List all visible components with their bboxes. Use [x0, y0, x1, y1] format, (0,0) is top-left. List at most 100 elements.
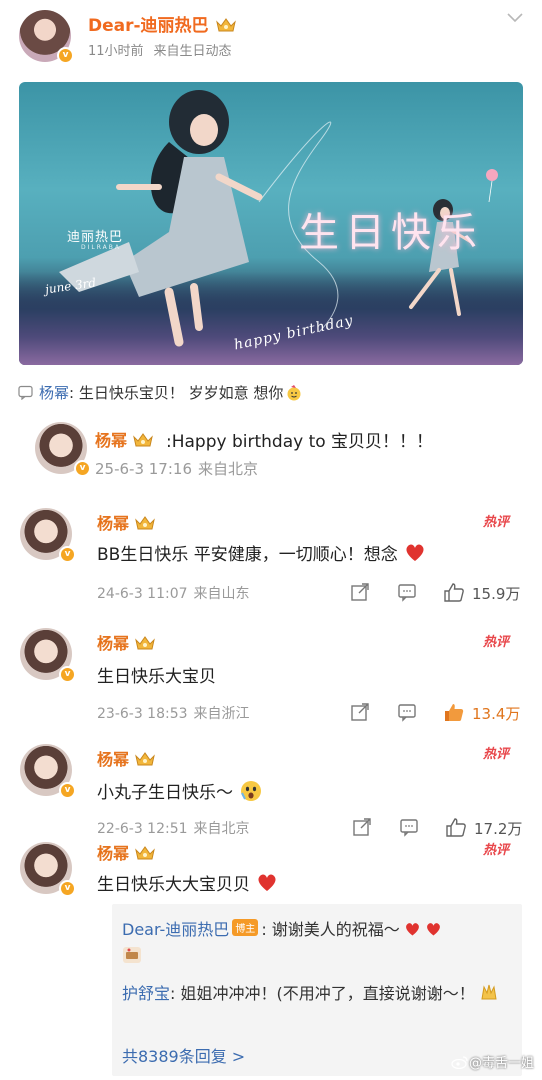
watermark-text: @毒舌一姐 — [468, 1056, 534, 1071]
banner-logo-subtext: DILRABA — [81, 244, 121, 251]
red-heart-emoji-icon — [258, 874, 276, 891]
crown-icon — [135, 516, 155, 530]
weibo-watermark: @毒舌一姐 — [451, 1052, 534, 1071]
verified-badge-icon: v — [59, 880, 76, 897]
post-header: v Dear-迪丽热巴 11小时前 来自生日动态 — [0, 0, 542, 76]
birthday-banner-image[interactable]: 迪丽热巴 DILRABA june 3rd 生日快乐 happy birthda… — [19, 82, 523, 365]
commenter-name-text[interactable]: 杨幂 — [95, 431, 127, 450]
author-avatar[interactable]: v — [19, 10, 74, 64]
commenter-name[interactable]: 杨幂 — [97, 630, 156, 654]
reply-thread-panel[interactable]: Dear-迪丽热巴 博主: 谢谢美人的祝福～ 护舒宝: 姐姐冲冲冲！(不用冲了，直… — [112, 904, 522, 1076]
commenter-name-text[interactable]: 杨幂 — [97, 634, 129, 653]
verified-badge-icon: v — [59, 666, 76, 683]
comment-date: 22-6-3 12:51 — [97, 821, 188, 837]
thumbs-up-icon[interactable] — [443, 581, 465, 603]
red-heart-emoji-icon — [405, 923, 419, 936]
summary-author[interactable]: 杨幂 — [39, 384, 69, 402]
reply-text: : 谢谢美人的祝福～ — [261, 920, 400, 939]
crown-icon — [135, 636, 155, 650]
summary-text: : 生日快乐宝贝！ 岁岁如意 想你 — [69, 384, 284, 402]
commenter-avatar[interactable]: v — [20, 508, 76, 563]
commenter-name[interactable]: 杨幂 — [97, 746, 156, 770]
comment-bubble-icon — [18, 385, 33, 400]
thumbs-up-icon-active[interactable] — [443, 701, 465, 723]
like-count: 13.4万 — [472, 705, 521, 723]
author-name-text[interactable]: Dear-迪丽热巴 — [88, 16, 209, 36]
comment-item: v 杨幂 热评 小丸子生日快乐～ 22-6-3 12:51 来自北京 17.2万 — [0, 736, 542, 844]
chevron-down-icon[interactable] — [506, 12, 524, 24]
weibo-post-page: v Dear-迪丽热巴 11小时前 来自生日动态 迪丽热巴 DILRABA ju… — [0, 0, 542, 1080]
comment-item: v 杨幂 热评 BB生日快乐 平安健康，一切顺心！想念 24-6-3 11:07… — [0, 500, 542, 616]
share-icon[interactable] — [350, 582, 370, 602]
comment-text: 生日快乐大大宝贝贝 — [97, 870, 278, 895]
commenter-avatar[interactable]: v — [20, 628, 76, 683]
hot-label: 热评 — [483, 634, 511, 650]
hot-comment-badge-icon: 热评 — [483, 634, 511, 650]
reply-comment-icon[interactable] — [397, 702, 417, 722]
share-icon[interactable] — [350, 702, 370, 722]
crown-icon — [133, 433, 153, 447]
comment-text-content: 小丸子生日快乐～ — [97, 783, 233, 803]
verified-badge-icon: v — [57, 47, 74, 64]
hot-comment-badge-icon: 热评 — [483, 514, 511, 530]
comment-location: 来自北京 — [193, 821, 250, 837]
comment-location: 来自浙江 — [193, 706, 250, 722]
commenter-name-text[interactable]: 杨幂 — [97, 514, 129, 533]
commenter-name-text[interactable]: 杨幂 — [97, 844, 129, 863]
comment-date: 24-6-3 11:07 — [97, 586, 188, 602]
commenter-avatar[interactable]: v — [35, 422, 91, 477]
hot-label: 热评 — [483, 746, 511, 762]
crown-icon — [215, 18, 236, 32]
featured-comment-summary[interactable]: 杨幂: 生日快乐宝贝！ 岁岁如意 想你 — [18, 382, 303, 403]
view-more-replies-link[interactable]: 共8389条回复 > — [122, 1043, 245, 1067]
hot-comment-badge-icon: 热评 — [483, 746, 511, 762]
thumbs-up-icon[interactable] — [445, 816, 467, 838]
like-count: 15.9万 — [472, 585, 521, 603]
comment-item: v 杨幂 热评 生日快乐大大宝贝贝 — [0, 838, 542, 904]
comment-location: 来自山东 — [193, 586, 250, 602]
comment-text: 小丸子生日快乐～ — [97, 778, 263, 803]
commenter-name[interactable]: 杨幂 — [95, 427, 154, 451]
party-face-emoji-icon — [287, 385, 301, 401]
comment-text-content: 生日快乐大大宝贝贝 — [97, 875, 250, 895]
hot-label: 热评 — [483, 842, 511, 858]
weibo-logo-icon — [451, 1056, 468, 1069]
reply-item: Dear-迪丽热巴 博主: 谢谢美人的祝福～ — [122, 916, 442, 940]
comment-meta: 22-6-3 12:51 来自北京 — [97, 818, 250, 838]
comment-item: v 杨幂 :Happy birthday to 宝贝贝！！！ 25-6-3 17… — [0, 412, 542, 494]
scared-face-emoji-icon — [241, 781, 261, 801]
commenter-name-text[interactable]: 杨幂 — [97, 750, 129, 769]
comment-text: BB生日快乐 平安健康，一切顺心！想念 — [97, 540, 426, 565]
hot-comment-badge-icon: 热评 — [483, 842, 511, 858]
commenter-avatar[interactable]: v — [20, 744, 76, 799]
hot-label: 热评 — [483, 514, 511, 530]
share-icon[interactable] — [352, 817, 372, 837]
reply-author[interactable]: 护舒宝 — [122, 984, 170, 1003]
commenter-name[interactable]: 杨幂 — [97, 840, 156, 864]
author-badge: 博主 — [232, 919, 259, 936]
red-heart-emoji-icon — [426, 923, 440, 936]
sticker-emoji-icon — [123, 947, 141, 963]
author-name[interactable]: Dear-迪丽热巴 — [88, 11, 237, 36]
crown-icon — [135, 846, 155, 860]
comment-date: 23-6-3 18:53 — [97, 706, 188, 722]
reply-comment-icon[interactable] — [399, 817, 419, 837]
comment-meta: 25-6-3 17:16 来自北京 — [95, 458, 258, 479]
commenter-avatar[interactable]: v — [20, 842, 76, 897]
post-source: 来自生日动态 — [153, 44, 232, 59]
red-heart-emoji-icon — [406, 544, 424, 561]
verified-badge-icon: v — [59, 782, 76, 799]
reply-comment-icon[interactable] — [397, 582, 417, 602]
post-meta: 11小时前 来自生日动态 — [88, 40, 232, 59]
crown-icon — [135, 752, 155, 766]
verified-badge-icon: v — [59, 546, 76, 563]
reply-item: 护舒宝: 姐姐冲冲冲！(不用冲了，直接说谢谢～！ — [122, 979, 517, 1009]
comment-text: 生日快乐大宝贝 — [97, 667, 216, 687]
reply-text: : 姐姐冲冲冲！(不用冲了，直接说谢谢～！ — [170, 984, 475, 1003]
post-time: 11小时前 — [88, 44, 144, 59]
comment-item: v 杨幂 热评 生日快乐大宝贝 23-6-3 18:53 来自浙江 13.4万 — [0, 620, 542, 736]
reply-author[interactable]: Dear-迪丽热巴 — [122, 920, 229, 939]
hands-emoji-icon — [481, 984, 497, 1000]
banner-logo-text: 迪丽热巴 — [67, 230, 124, 245]
commenter-name[interactable]: 杨幂 — [97, 510, 156, 534]
